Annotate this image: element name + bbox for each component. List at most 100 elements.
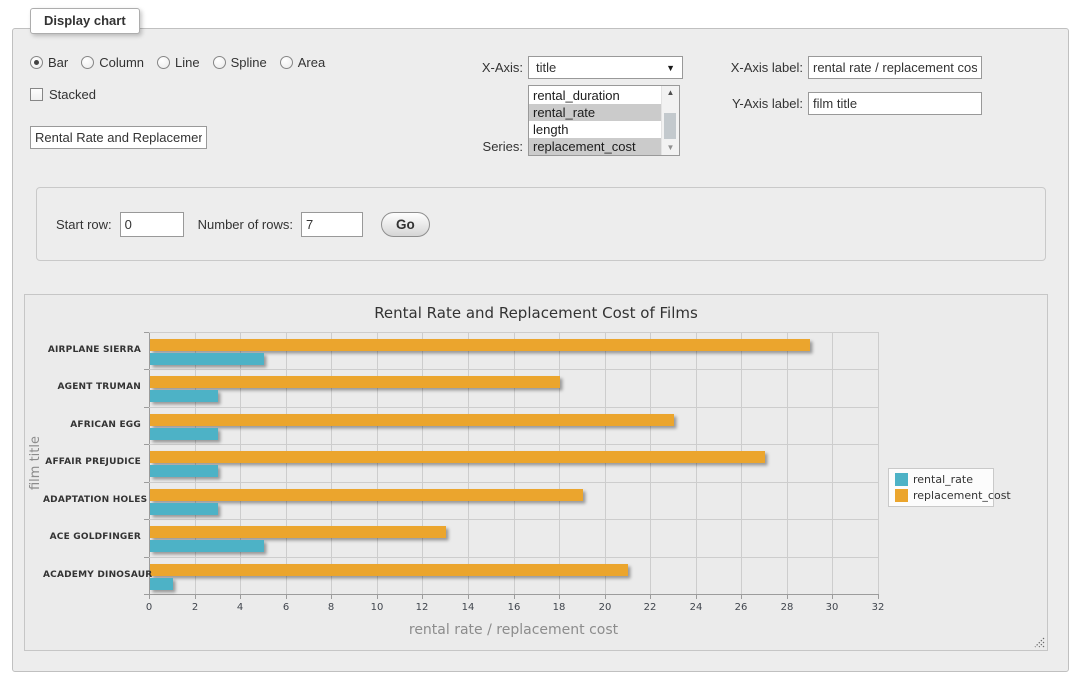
y-tick-mark bbox=[144, 519, 149, 520]
scroll-down-icon[interactable]: ▼ bbox=[662, 144, 679, 152]
x-axis-label-input[interactable] bbox=[808, 56, 982, 79]
category-label: ACADEMY DINOSAUR bbox=[43, 570, 141, 580]
legend-item-replacement_cost: replacement_cost bbox=[895, 489, 987, 502]
category-label: ACE GOLDFINGER bbox=[43, 532, 141, 542]
x-axis-label-label: X-Axis label: bbox=[700, 60, 803, 75]
gridline bbox=[741, 332, 742, 594]
series-option-rental_duration[interactable]: rental_duration bbox=[529, 87, 661, 104]
num-rows-label: Number of rows: bbox=[198, 217, 293, 232]
y-tick-mark bbox=[144, 482, 149, 483]
y-tick-mark bbox=[144, 332, 149, 333]
chart-title-input[interactable] bbox=[30, 126, 207, 149]
x-axis-selected-value: title bbox=[536, 60, 556, 75]
chart-type-option-spline[interactable]: Spline bbox=[213, 55, 267, 70]
bar-replacement_cost bbox=[150, 489, 583, 501]
x-tick-label: 0 bbox=[134, 602, 164, 613]
bar-replacement_cost bbox=[150, 564, 628, 576]
category-label: AFFAIR PREJUDICE bbox=[43, 457, 141, 467]
bar-replacement_cost bbox=[150, 376, 560, 388]
legend-item-rental_rate: rental_rate bbox=[895, 473, 987, 486]
series-listbox[interactable]: rental_durationrental_ratelengthreplacem… bbox=[528, 85, 680, 156]
y-tick-mark bbox=[144, 407, 149, 408]
x-tick-label: 14 bbox=[453, 602, 483, 613]
gridline bbox=[559, 332, 560, 594]
stacked-label: Stacked bbox=[49, 87, 96, 102]
gridline bbox=[195, 332, 196, 594]
resize-handle-icon[interactable] bbox=[1033, 636, 1045, 648]
chart-type-option-line[interactable]: Line bbox=[157, 55, 200, 70]
scrollbar-thumb[interactable] bbox=[664, 113, 676, 139]
go-button[interactable]: Go bbox=[381, 212, 430, 237]
chart-type-radios: Bar Column Line Spline Area bbox=[30, 55, 325, 70]
x-axis-line bbox=[149, 594, 878, 595]
x-tick-label: 26 bbox=[726, 602, 756, 613]
y-tick-mark bbox=[144, 369, 149, 370]
legend-swatch-rental_rate bbox=[895, 473, 908, 486]
x-tick-label: 12 bbox=[407, 602, 437, 613]
bar-replacement_cost bbox=[150, 526, 446, 538]
legend-swatch-replacement_cost bbox=[895, 489, 908, 502]
gridline bbox=[514, 332, 515, 594]
stacked-checkbox[interactable] bbox=[30, 88, 43, 101]
bar-rental_rate bbox=[150, 465, 218, 477]
chart-type-option-bar[interactable]: Bar bbox=[30, 55, 68, 70]
bar-replacement_cost bbox=[150, 414, 674, 426]
bar-rental_rate bbox=[150, 353, 264, 365]
x-tick-label: 10 bbox=[362, 602, 392, 613]
radio-column[interactable] bbox=[81, 56, 94, 69]
num-rows-input[interactable] bbox=[301, 212, 363, 237]
chart-panel: Rental Rate and Replacement Cost of Film… bbox=[24, 294, 1048, 651]
gridline bbox=[149, 557, 878, 558]
x-axis-select-label: X-Axis: bbox=[430, 60, 523, 75]
radio-line[interactable] bbox=[157, 56, 170, 69]
series-option-rental_rate[interactable]: rental_rate bbox=[529, 104, 661, 121]
y-axis-label-label: Y-Axis label: bbox=[700, 96, 803, 111]
gridline bbox=[696, 332, 697, 594]
chart-type-option-column[interactable]: Column bbox=[81, 55, 144, 70]
x-tick-label: 24 bbox=[681, 602, 711, 613]
x-tick-label: 32 bbox=[863, 602, 893, 613]
legend-label-replacement_cost: replacement_cost bbox=[913, 489, 1011, 502]
series-label: Series: bbox=[430, 139, 523, 154]
x-tick-label: 6 bbox=[271, 602, 301, 613]
radio-spline[interactable] bbox=[213, 56, 226, 69]
series-option-replacement_cost[interactable]: replacement_cost bbox=[529, 138, 661, 155]
x-tick-label: 16 bbox=[499, 602, 529, 613]
bar-replacement_cost bbox=[150, 451, 765, 463]
x-tick-label: 30 bbox=[817, 602, 847, 613]
y-axis-title: film title bbox=[28, 433, 42, 493]
bar-rental_rate bbox=[150, 578, 173, 590]
dropdown-arrow-icon: ▼ bbox=[666, 63, 675, 73]
bar-rental_rate bbox=[150, 428, 218, 440]
gridline bbox=[149, 369, 878, 370]
series-options: rental_durationrental_ratelengthreplacem… bbox=[529, 86, 661, 155]
gridline bbox=[149, 332, 878, 333]
x-tick-label: 4 bbox=[225, 602, 255, 613]
scroll-up-icon[interactable]: ▲ bbox=[662, 89, 679, 97]
stacked-checkbox-row[interactable]: Stacked bbox=[30, 87, 96, 102]
y-axis-label-input[interactable] bbox=[808, 92, 982, 115]
x-axis-select[interactable]: title ▼ bbox=[528, 56, 683, 79]
radio-label-spline: Spline bbox=[231, 55, 267, 70]
series-option-length[interactable]: length bbox=[529, 121, 661, 138]
x-tick-label: 20 bbox=[590, 602, 620, 613]
category-label: AIRPLANE SIERRA bbox=[43, 345, 141, 355]
category-label: AFRICAN EGG bbox=[43, 420, 141, 430]
gridline bbox=[331, 332, 332, 594]
gridline bbox=[377, 332, 378, 594]
radio-area[interactable] bbox=[280, 56, 293, 69]
gridline bbox=[468, 332, 469, 594]
series-scrollbar[interactable]: ▲ ▼ bbox=[661, 86, 679, 155]
chart-title: Rental Rate and Replacement Cost of Film… bbox=[25, 304, 1047, 322]
chart-type-option-area[interactable]: Area bbox=[280, 55, 325, 70]
category-label: ADAPTATION HOLES bbox=[43, 495, 141, 505]
y-axis-line bbox=[149, 332, 150, 594]
start-row-input[interactable] bbox=[120, 212, 184, 237]
rows-panel: Start row: Number of rows: Go bbox=[36, 187, 1046, 261]
legend-label-rental_rate: rental_rate bbox=[913, 473, 973, 486]
display-chart-legend: Display chart bbox=[30, 8, 140, 34]
y-tick-mark bbox=[144, 594, 149, 595]
x-tick-label: 8 bbox=[316, 602, 346, 613]
gridline bbox=[605, 332, 606, 594]
radio-bar[interactable] bbox=[30, 56, 43, 69]
